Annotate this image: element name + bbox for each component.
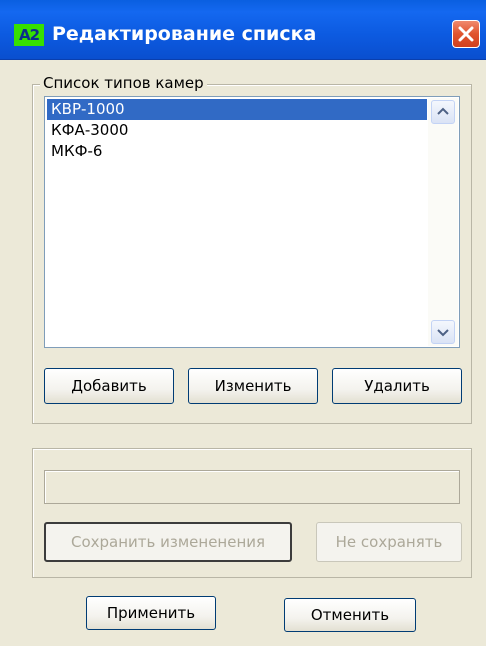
list-item[interactable]: КФА-3000 <box>47 120 427 141</box>
cancel-button[interactable]: Отменить <box>284 598 416 632</box>
camera-types-list[interactable]: КВР-1000 КФА-3000 МКФ-6 <box>44 96 460 348</box>
camera-name-input[interactable] <box>44 470 460 504</box>
close-icon <box>458 26 474 42</box>
apply-button[interactable]: Применить <box>86 596 216 630</box>
discard-changes-button[interactable]: Не сохранять <box>316 522 462 562</box>
save-changes-button[interactable]: Сохранить измененения <box>44 522 292 562</box>
scroll-down-button[interactable] <box>431 320 455 344</box>
window-title: Редактирование списка <box>52 23 317 45</box>
chevron-down-icon <box>437 329 449 337</box>
list-item[interactable]: КВР-1000 <box>47 99 427 120</box>
edit-list-dialog: A2 Редактирование списка Список типов ка… <box>0 0 486 646</box>
delete-button[interactable]: Удалить <box>332 368 462 404</box>
chevron-up-icon <box>437 107 449 115</box>
camera-types-legend: Список типов камер <box>40 74 207 92</box>
list-item[interactable]: МКФ-6 <box>47 141 427 162</box>
scroll-up-button[interactable] <box>431 100 455 124</box>
app-icon: A2 <box>14 24 44 46</box>
close-button[interactable] <box>452 20 480 48</box>
edit-button[interactable]: Изменить <box>188 368 318 404</box>
list-scrollbar[interactable] <box>428 98 458 346</box>
add-button[interactable]: Добавить <box>44 368 174 404</box>
title-bar[interactable]: A2 Редактирование списка <box>0 0 486 60</box>
